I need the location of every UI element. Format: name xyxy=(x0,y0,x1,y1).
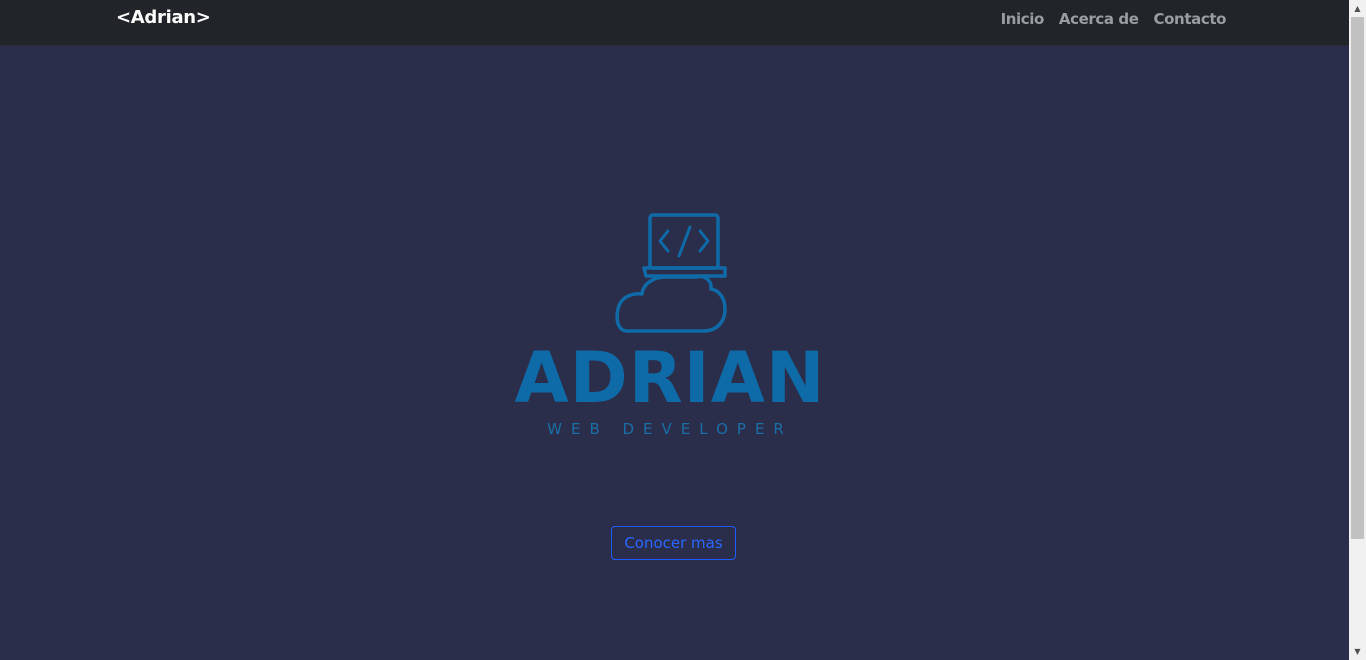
conocer-mas-button[interactable]: Conocer mas xyxy=(611,526,736,560)
brand-logo-link[interactable]: <Adrian> xyxy=(116,7,211,28)
nav-link-acerca-de[interactable]: Acerca de xyxy=(1059,10,1139,28)
cloud-laptop-code-icon xyxy=(615,213,727,333)
hero-logo: ADRIAN WEB DEVELOPER xyxy=(505,205,835,445)
scroll-down-arrow-icon[interactable]: ▼ xyxy=(1349,643,1366,660)
top-navbar: <Adrian> Inicio Acerca de Contacto xyxy=(0,0,1349,46)
scroll-up-arrow-icon[interactable]: ▲ xyxy=(1349,0,1366,17)
vertical-scrollbar[interactable]: ▲ ▼ xyxy=(1349,0,1366,660)
nav-links: Inicio Acerca de Contacto xyxy=(1001,10,1227,28)
logo-subtitle: WEB DEVELOPER xyxy=(547,420,793,438)
logo-title: ADRIAN xyxy=(514,337,826,419)
nav-link-contacto[interactable]: Contacto xyxy=(1154,10,1227,28)
scroll-thumb[interactable] xyxy=(1351,17,1364,539)
nav-link-inicio[interactable]: Inicio xyxy=(1001,10,1045,28)
